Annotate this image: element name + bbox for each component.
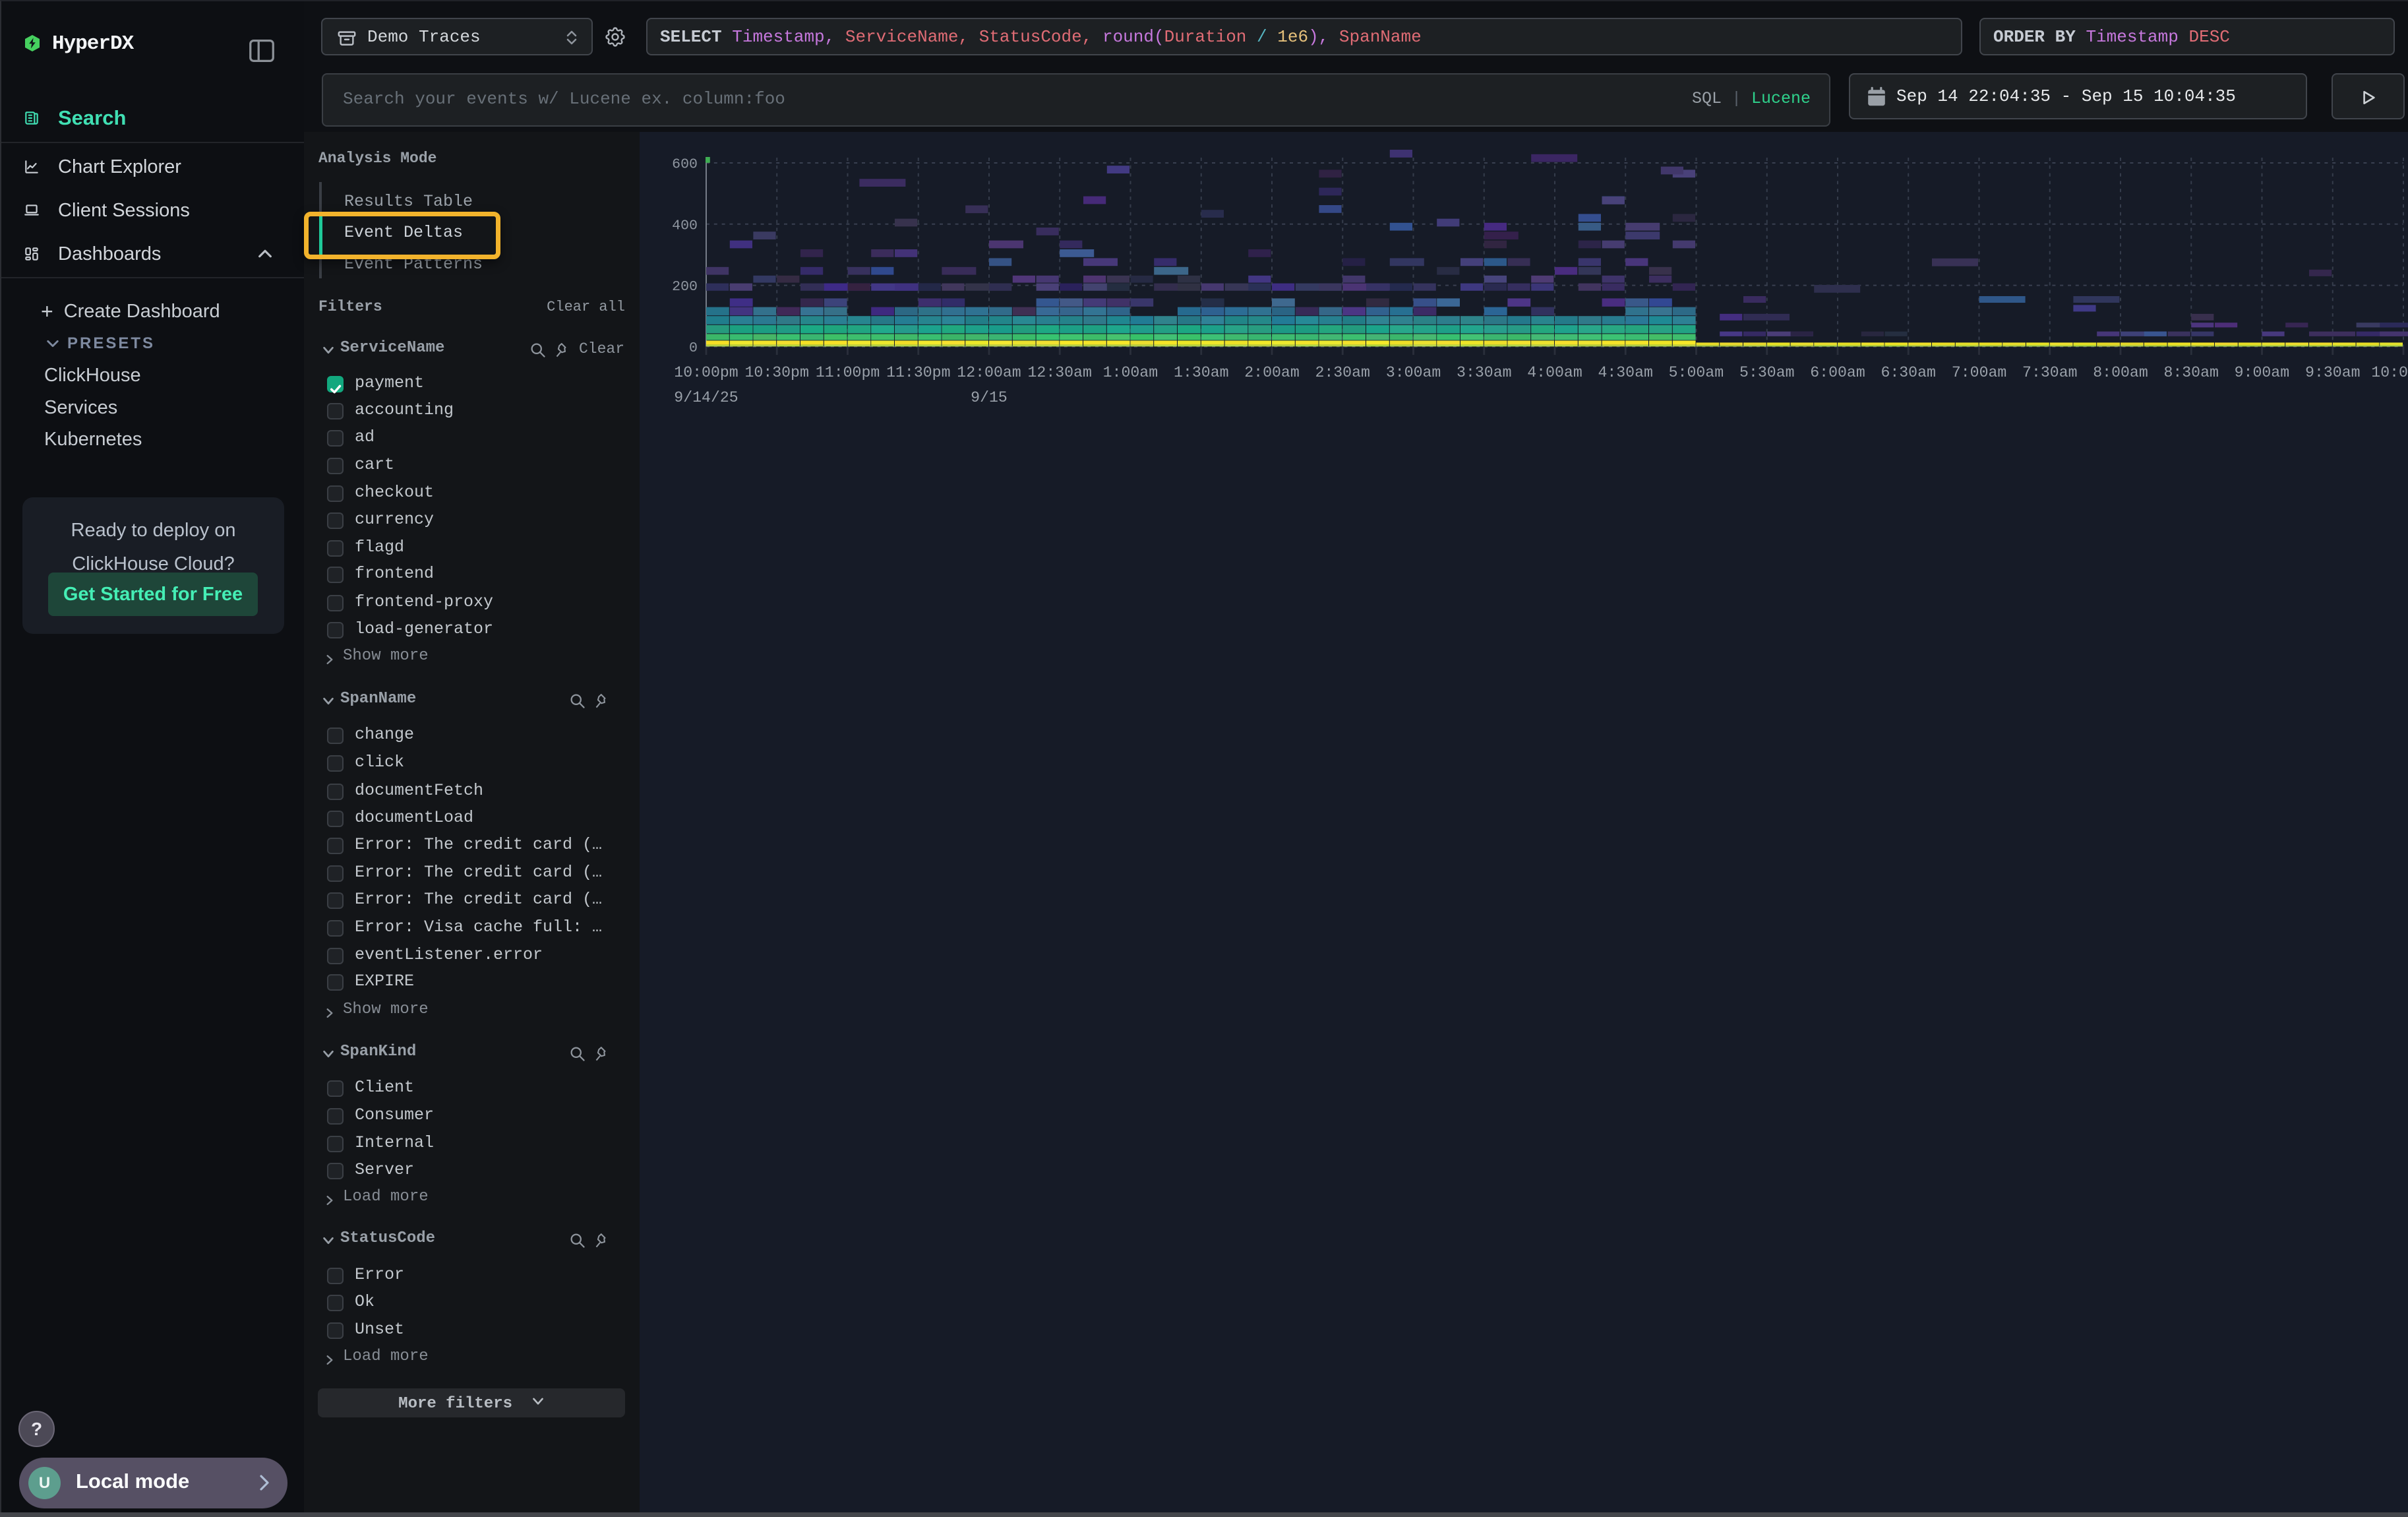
- svg-text:5:30am: 5:30am: [1739, 364, 1795, 381]
- svg-text:10:30pm: 10:30pm: [744, 364, 808, 381]
- svg-text:10:00am: 10:00am: [2371, 364, 2408, 381]
- svg-text:6:00am: 6:00am: [1810, 364, 1865, 381]
- svg-text:7:30am: 7:30am: [2022, 364, 2078, 381]
- svg-text:12:30am: 12:30am: [1027, 364, 1091, 381]
- svg-text:12:00am: 12:00am: [957, 364, 1021, 381]
- svg-text:600: 600: [672, 157, 698, 173]
- svg-text:6:30am: 6:30am: [1881, 364, 1936, 381]
- svg-text:9:00am: 9:00am: [2235, 364, 2290, 381]
- svg-text:200: 200: [672, 279, 698, 295]
- svg-text:2:00am: 2:00am: [1244, 364, 1300, 381]
- svg-text:3:30am: 3:30am: [1457, 364, 1512, 381]
- svg-text:11:30pm: 11:30pm: [886, 364, 950, 381]
- svg-text:11:00pm: 11:00pm: [816, 364, 880, 381]
- svg-text:8:00am: 8:00am: [2093, 364, 2148, 381]
- svg-text:9:30am: 9:30am: [2305, 364, 2361, 381]
- svg-text:5:00am: 5:00am: [1669, 364, 1724, 381]
- svg-text:1:00am: 1:00am: [1103, 364, 1159, 381]
- svg-text:7:00am: 7:00am: [1952, 364, 2007, 381]
- svg-text:10:00pm: 10:00pm: [674, 364, 738, 381]
- svg-text:9/15: 9/15: [971, 389, 1008, 406]
- svg-text:400: 400: [672, 218, 698, 233]
- svg-text:3:00am: 3:00am: [1386, 364, 1441, 381]
- svg-text:1:30am: 1:30am: [1174, 364, 1229, 381]
- svg-text:4:00am: 4:00am: [1527, 364, 1582, 381]
- svg-text:2:30am: 2:30am: [1315, 364, 1370, 381]
- svg-text:0: 0: [689, 340, 698, 356]
- svg-text:8:30am: 8:30am: [2163, 364, 2219, 381]
- svg-text:9/14/25: 9/14/25: [674, 389, 738, 406]
- svg-text:4:30am: 4:30am: [1598, 364, 1653, 381]
